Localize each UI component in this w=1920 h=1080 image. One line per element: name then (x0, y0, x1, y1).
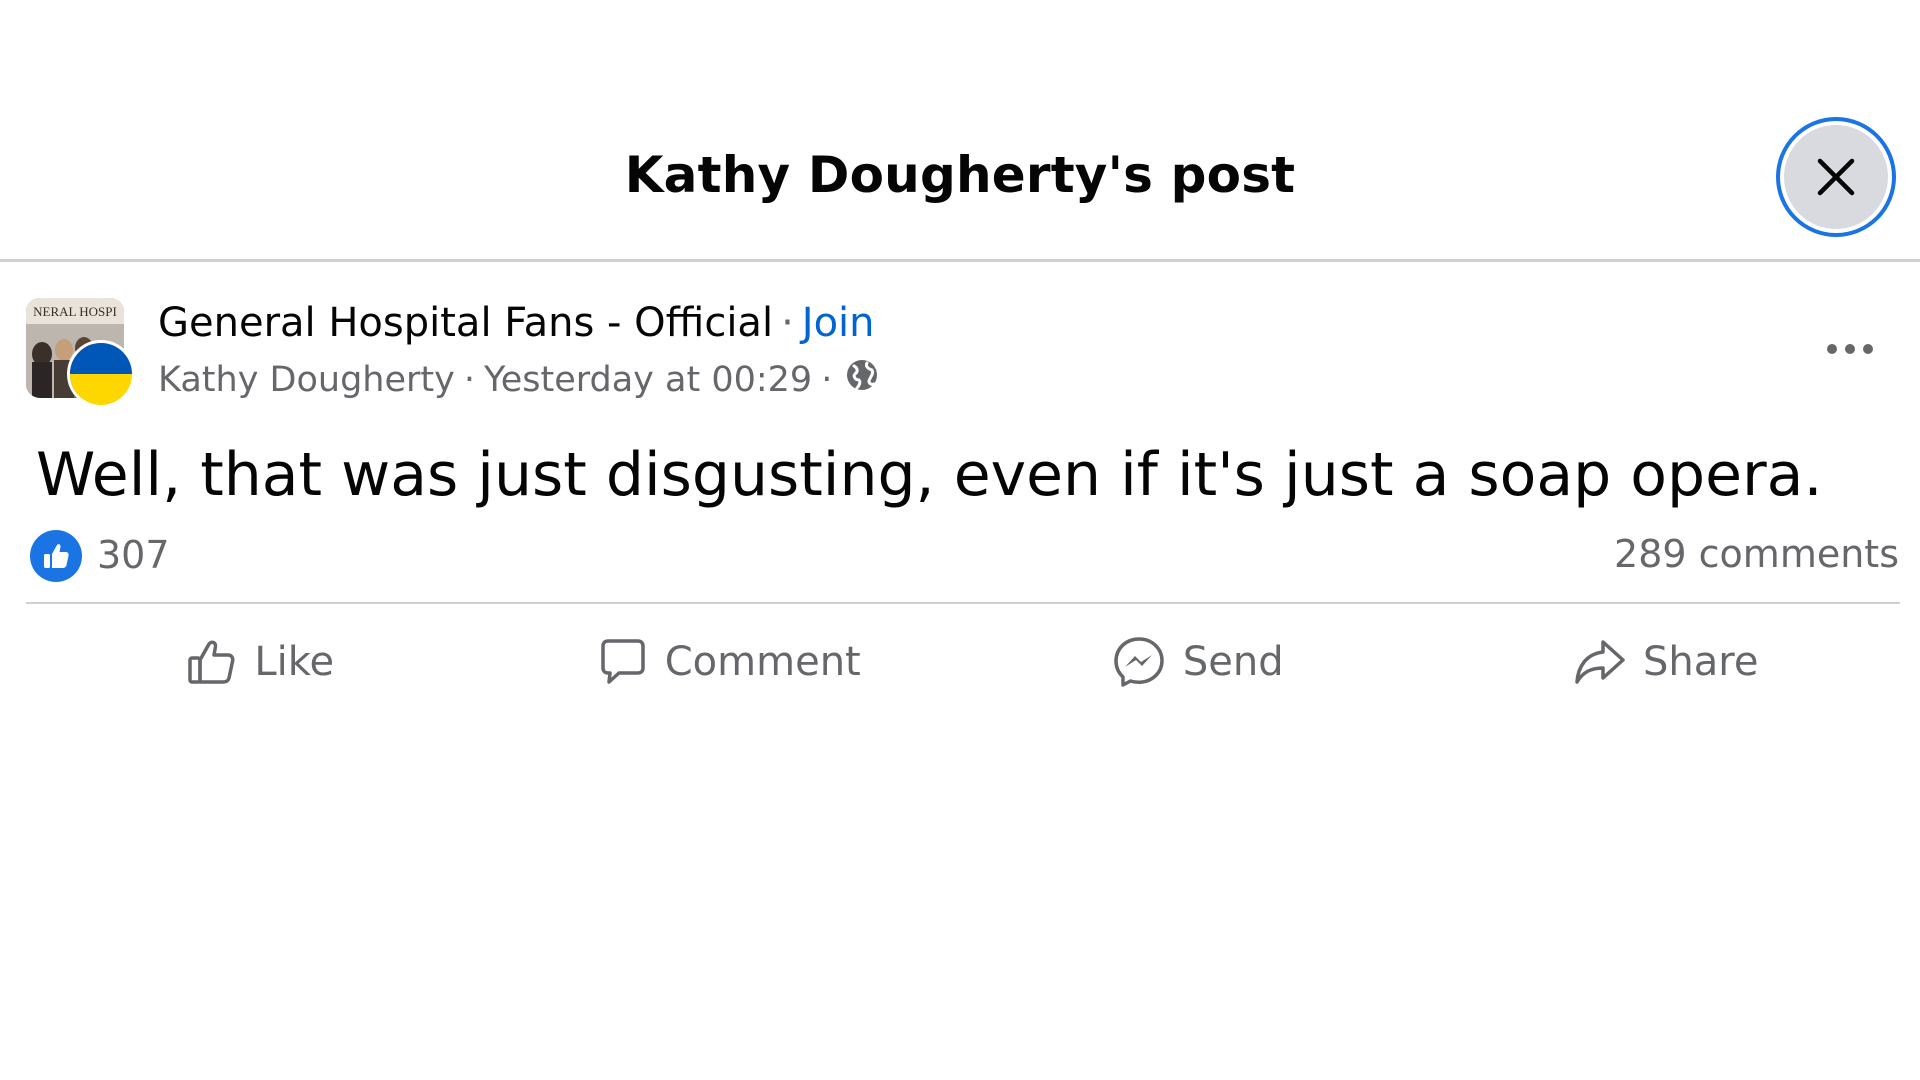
comment-icon (601, 639, 645, 684)
more-options-button[interactable] (1810, 324, 1890, 374)
author-link[interactable]: Kathy Dougherty (158, 360, 455, 400)
like-button[interactable]: Like (26, 620, 495, 704)
comment-button[interactable]: Comment (495, 620, 964, 704)
post-group-line: General Hospital Fans - Official · Join (158, 300, 875, 346)
comment-label: Comment (664, 639, 861, 685)
like-reaction-icon[interactable] (30, 530, 82, 582)
messenger-icon (1114, 637, 1164, 687)
separator-dot: · (463, 359, 475, 400)
timestamp-link[interactable]: Yesterday at 00:29 (484, 360, 812, 400)
separator-dot: · (821, 359, 833, 400)
like-label: Like (254, 639, 335, 685)
post-meta: Kathy Dougherty · Yesterday at 00:29 · (158, 358, 879, 401)
post-text: Well, that was just disgusting, even if … (36, 440, 1823, 510)
close-icon (1817, 158, 1855, 196)
send-button[interactable]: Send (963, 620, 1432, 704)
avatar-caption: NERAL HOSPI (33, 304, 117, 319)
dialog-header: Kathy Dougherty's post (0, 0, 1920, 262)
send-label: Send (1182, 639, 1284, 685)
group-name-link[interactable]: General Hospital Fans - Official (158, 300, 773, 346)
dialog-title: Kathy Dougherty's post (624, 146, 1296, 204)
share-button[interactable]: Share (1432, 620, 1901, 704)
share-label: Share (1643, 639, 1759, 685)
share-icon (1575, 640, 1625, 684)
post-dialog: Kathy Dougherty's post NERAL HOSPI Gener… (0, 0, 1920, 1080)
join-link[interactable]: Join (802, 300, 875, 346)
reaction-count[interactable]: 307 (97, 533, 170, 577)
ukraine-flag-badge (67, 340, 135, 408)
comments-count[interactable]: 289 comments (1614, 532, 1899, 576)
thumbs-up-icon (188, 640, 235, 684)
close-button[interactable] (1776, 117, 1896, 237)
more-options-icon (1827, 344, 1873, 354)
separator-dot: · (781, 300, 794, 346)
divider (26, 602, 1900, 604)
globe-icon (845, 358, 879, 401)
post-actions: Like Comment Send Share (26, 620, 1900, 704)
